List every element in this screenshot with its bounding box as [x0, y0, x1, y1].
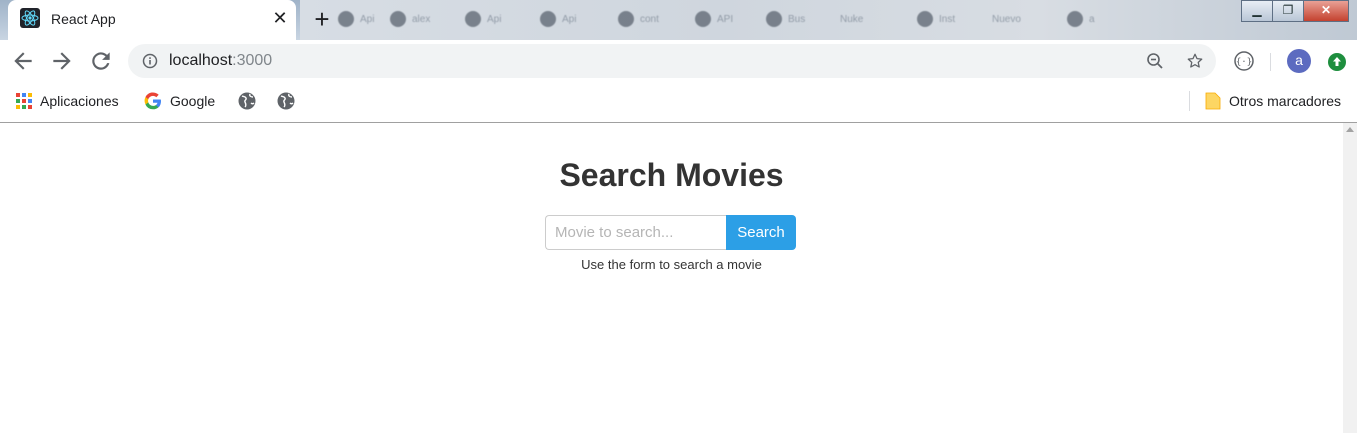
react-icon [20, 8, 40, 28]
tab-title: React App [51, 11, 116, 27]
search-input[interactable] [545, 215, 726, 250]
new-tab-button[interactable]: + [308, 6, 336, 34]
close-tab-icon[interactable]: ✕ [270, 6, 290, 30]
apps-grid-icon [16, 93, 32, 109]
bookmark-star-icon[interactable] [1186, 52, 1204, 70]
forward-arrow-icon[interactable] [49, 48, 75, 74]
bookmark-google[interactable]: Google [144, 90, 215, 112]
background-tab[interactable]: Api [540, 6, 576, 32]
background-tab[interactable]: a [1067, 6, 1095, 32]
bookmarks-bar: Aplicaciones Google Otros marcadores [0, 82, 1357, 122]
profile-avatar[interactable]: a [1287, 49, 1311, 73]
bookmark-globe-2[interactable] [277, 90, 295, 112]
vertical-scrollbar[interactable] [1343, 123, 1357, 433]
background-tab[interactable]: API [695, 6, 733, 32]
active-tab[interactable]: React App ✕ [8, 0, 296, 40]
help-text: Use the form to search a movie [581, 257, 762, 272]
background-tab[interactable]: Inst [917, 6, 955, 32]
bookmark-apps[interactable]: Aplicaciones [16, 90, 119, 112]
url-port: :3000 [232, 52, 273, 69]
update-icon[interactable] [1327, 52, 1347, 72]
back-arrow-icon[interactable] [10, 48, 36, 74]
search-form: Search [545, 215, 796, 250]
window-controls: ▁ ❐ ✕ [1241, 0, 1349, 22]
background-tab[interactable]: Api [338, 6, 374, 32]
maximize-button[interactable]: ❐ [1272, 0, 1304, 22]
background-tab[interactable]: cont [618, 6, 659, 32]
globe-icon [277, 92, 295, 110]
google-icon [144, 92, 161, 110]
background-tabs-area: Api alex Api Api cont API Bus Nuke Inst … [300, 0, 1357, 40]
bookmarks-divider [1189, 91, 1190, 111]
folder-icon [1205, 92, 1221, 110]
background-tab[interactable]: Nuevo [992, 6, 1021, 32]
window-close-button[interactable]: ✕ [1303, 0, 1349, 22]
reload-icon[interactable] [88, 48, 114, 74]
page-content: Search Movies Search Use the form to sea… [0, 123, 1343, 433]
bookmark-label: Google [170, 93, 216, 109]
other-bookmarks[interactable]: Otros marcadores [1205, 90, 1341, 112]
scroll-up-arrow-icon[interactable] [1346, 127, 1354, 132]
other-bookmarks-label: Otros marcadores [1229, 93, 1342, 109]
bookmark-globe-1[interactable] [238, 90, 256, 112]
svg-text:{·}: {·} [1236, 58, 1252, 68]
bookmark-label: Aplicaciones [40, 93, 119, 109]
background-tab[interactable]: Api [465, 6, 501, 32]
extension-icon[interactable]: {·} [1233, 50, 1255, 72]
tab-strip: Api alex Api Api cont API Bus Nuke Inst … [0, 0, 1357, 40]
url-host: localhost [169, 52, 233, 69]
toolbar-divider [1270, 53, 1271, 71]
page-title: Search Movies [559, 157, 784, 193]
background-tab[interactable]: Nuke [840, 6, 863, 32]
globe-icon [238, 92, 256, 110]
background-tab[interactable]: alex [390, 6, 430, 32]
site-info-icon[interactable] [142, 53, 158, 69]
browser-toolbar: localhost:3000 {·} a [0, 40, 1357, 82]
zoom-out-icon[interactable] [1146, 52, 1164, 70]
address-bar[interactable]: localhost:3000 [128, 44, 1216, 78]
minimize-button[interactable]: ▁ [1241, 0, 1273, 22]
background-tab[interactable]: Bus [766, 6, 805, 32]
search-button[interactable]: Search [726, 215, 796, 250]
url-text[interactable]: localhost:3000 [169, 52, 272, 70]
